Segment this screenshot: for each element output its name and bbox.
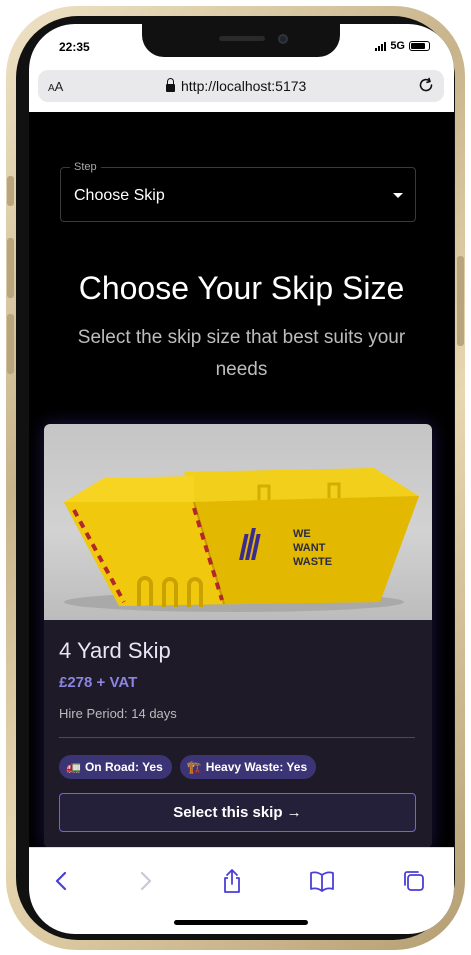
browser-toolbar [29,847,454,934]
svg-text:WASTE: WASTE [293,556,332,568]
network-label: 5G [390,40,405,52]
status-indicators: 5G [375,40,430,52]
url-display[interactable]: http://localhost:5173 [166,78,306,94]
screen: 22:35 5G AA http://localhost:5173 Step C… [29,24,454,934]
page-title: Choose Your Skip Size [78,270,405,306]
status-bar: 22:35 5G [29,24,454,66]
skip-card: WE WANT WASTE 4 Yard Skip £278 + VAT Hir… [44,424,432,847]
divider [59,737,415,738]
skip-badges: 🚛 On Road: Yes 🏗️ Heavy Waste: Yes [59,755,317,779]
step-select-value: Choose Skip [74,187,165,204]
side-button [7,176,14,206]
page-content: Step Choose Skip Choose Your Skip Size S… [29,112,454,847]
bookmarks-icon[interactable] [309,868,335,894]
hire-period: Hire Period: 14 days [59,706,177,721]
badge-on-road: 🚛 On Road: Yes [59,755,172,779]
page-subtitle: Select the skip size that best suits you… [77,327,406,380]
battery-icon [409,41,430,51]
select-skip-button[interactable]: Select this skip → [59,793,416,832]
step-select-label: Step [70,161,101,173]
signal-icon [375,41,387,51]
front-camera [278,34,288,44]
truck-icon: 🚛 [66,760,81,774]
forward-icon[interactable] [132,868,158,894]
share-icon[interactable] [219,868,245,894]
url-text: http://localhost:5173 [181,78,307,94]
construction-icon: 🏗️ [186,760,202,774]
notch [142,24,340,57]
reload-icon[interactable] [416,75,436,95]
tabs-icon[interactable] [401,868,427,894]
badge-heavy-waste: 🏗️ Heavy Waste: Yes [179,755,317,779]
status-time: 22:35 [59,40,90,54]
skip-image: WE WANT WASTE [44,424,432,620]
skip-title: 4 Yard Skip [59,638,171,663]
back-icon[interactable] [49,868,75,894]
home-indicator [174,920,308,925]
volume-up-button [7,238,14,298]
badge-label: Heavy Waste: Yes [205,760,308,774]
browser-address-area: AA http://localhost:5173 [29,66,454,112]
skip-price: £278 + VAT [59,674,138,691]
dropdown-caret-icon [393,193,403,198]
skip-card-body: 4 Yard Skip £278 + VAT Hire Period: 14 d… [44,620,432,847]
text-size-button[interactable]: AA [48,79,63,94]
step-select[interactable]: Step Choose Skip [60,161,416,222]
address-bar[interactable]: AA http://localhost:5173 [38,70,444,102]
svg-text:WANT: WANT [293,542,326,554]
badge-label: On Road: Yes [84,760,163,774]
lock-icon [166,78,175,92]
volume-down-button [7,314,14,374]
speaker [219,36,265,41]
svg-text:WE: WE [293,528,311,540]
power-button [457,256,464,346]
